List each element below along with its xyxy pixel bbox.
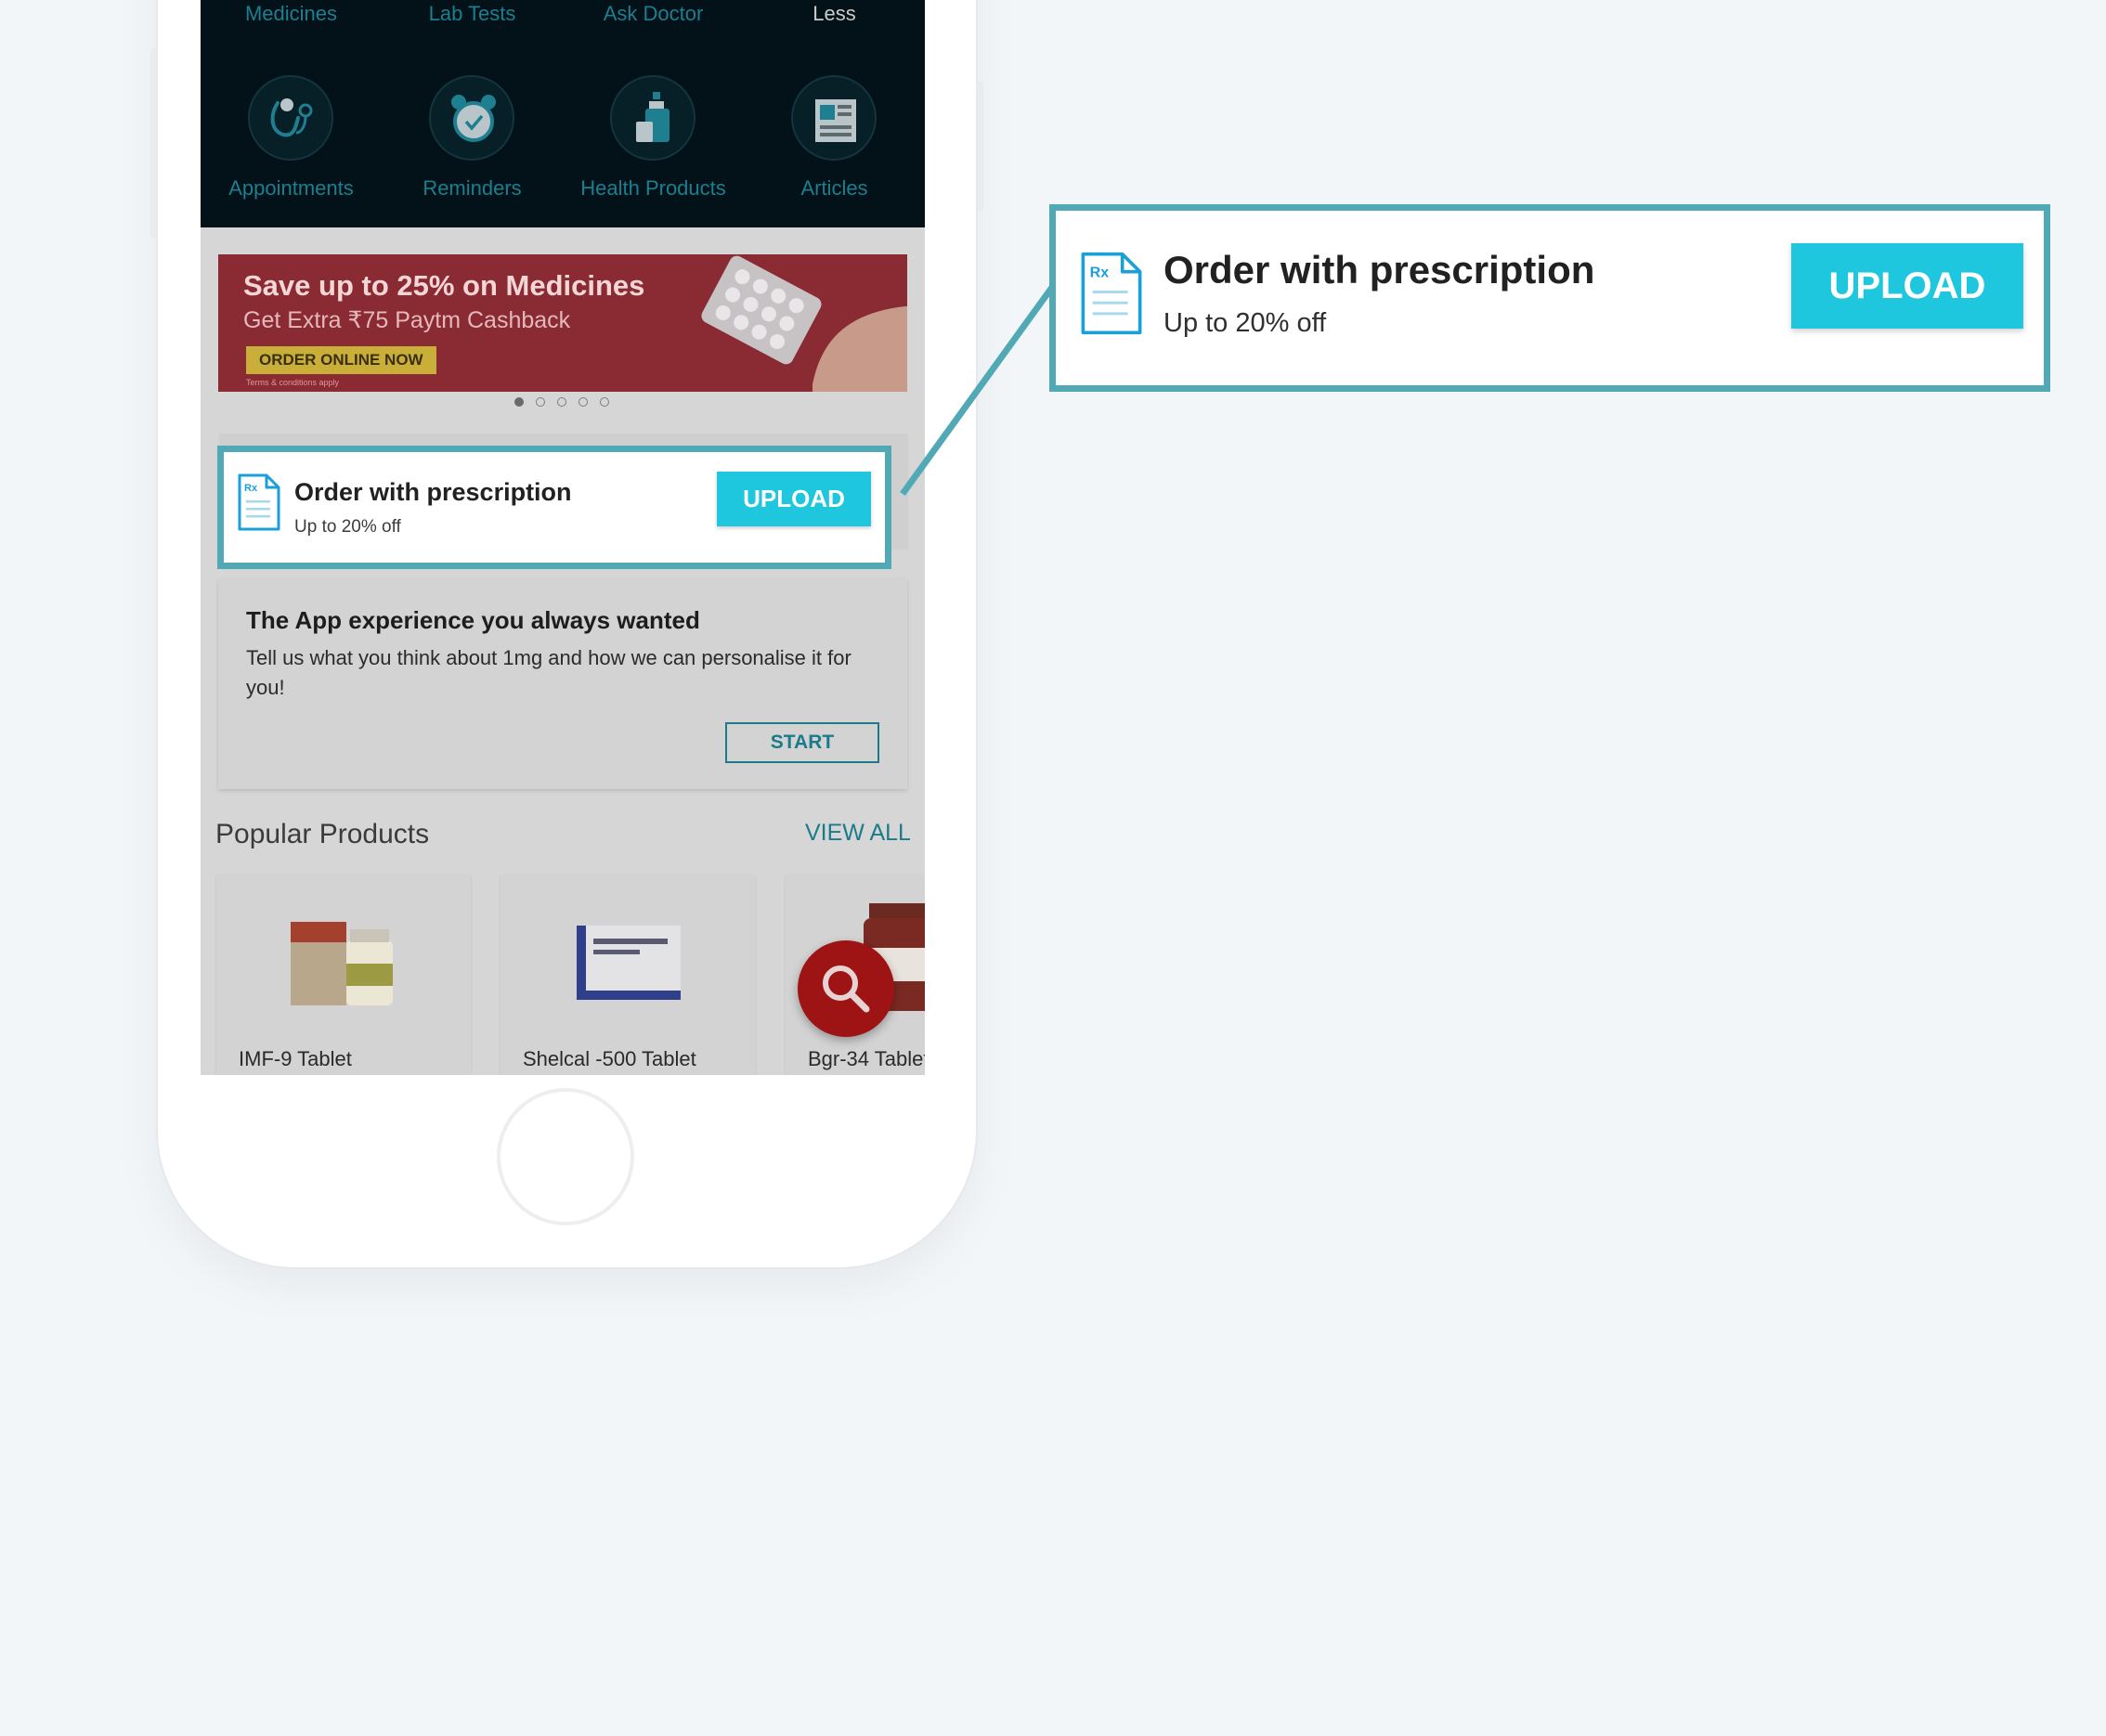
prescription-subtitle: Up to 20% off	[1164, 308, 1327, 338]
upload-button[interactable]: UPLOAD	[1791, 243, 2023, 329]
rx-label: Rx	[1090, 265, 1110, 281]
prescription-callout-card: Rx Order with prescription Up to 20% off…	[1049, 204, 2050, 392]
prescription-title: Order with prescription	[1164, 248, 1595, 291]
prescription-document-icon: Rx	[1081, 252, 1142, 335]
